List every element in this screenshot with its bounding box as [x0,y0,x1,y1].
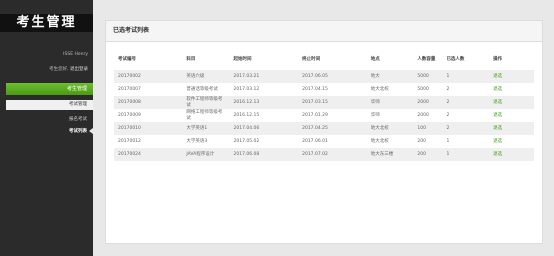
table-row: 20170007 普通话等级考试 2017.03.12 2017.04.15 地… [114,83,534,96]
cell-start: 2016.12.13 [229,96,299,109]
cell-location: 华师 [370,112,380,118]
cell-selected: 2 [442,122,490,135]
cell-location: 地大北校 [366,122,414,135]
cell-location: 地大北校 [370,138,389,144]
cell-action: 退选 [489,96,534,109]
cell-start: 2017.05.02 [233,138,260,144]
nav-item-exam-admin[interactable]: 考试管理 [6,100,93,110]
table-row: 20170024 JAVA程序设计 2017.06.08 2017.07.02 … [114,148,534,161]
cell-end: 2017.07.02 [298,148,367,161]
cell-capacity: 2000 [417,112,429,118]
cell-action: 退选 [489,122,534,135]
cell-location: 华师 [366,96,414,109]
col-header-id: 考试编号 [118,57,136,62]
cell-capacity: 5000 [417,86,429,92]
cell-id: 20170012 [118,138,141,144]
col-header-end: 终止时间 [302,57,321,62]
table-row: 20170008 软件工程师等级考试 2016.12.13 2017.03.15… [114,96,534,109]
table-row: 20170012 大学英语3 2017.05.02 2017.06.01 地大北… [114,135,534,148]
panel-title: 已选考试列表 [106,21,542,42]
withdraw-link[interactable]: 退选 [493,139,502,144]
cell-location: 地大东三楼 [366,148,414,161]
cell-location: 地大北校 [370,86,389,92]
cell-start: 2016.12.15 [233,112,260,118]
withdraw-link[interactable]: 退选 [493,87,502,92]
withdraw-link[interactable]: 退选 [493,74,502,79]
cell-capacity: 5000 [413,70,443,83]
cell-id: 20170010 [114,122,183,135]
cell-start: 2017.03.12 [233,86,260,92]
col-header-start: 起始时间 [233,57,252,62]
cell-end: 2017.06.01 [302,138,328,144]
cell-subject: 大学英语3 [186,138,208,144]
user-id: ISSE Henry [63,52,88,57]
active-indicator-arrow-icon [89,128,93,134]
cell-subject: JAVA程序设计 [182,148,230,161]
cell-capacity: 200 [417,138,426,144]
cell-subject: 英语六级 [182,70,230,83]
withdraw-link[interactable]: 退选 [493,113,502,118]
sidebar: 考生管理 ISSE Henry 考生您好, 退出登录 考生管理 考试管理 报名考… [0,0,93,256]
cell-selected: 1 [446,138,450,144]
table-header-row: 考试编号 科目 起始时间 终止时间 地点 人数容量 已选人数 操作 [114,48,534,70]
table-row: 20170002 英语六级 2017.03.21 2017.06.05 地大 5… [114,70,534,83]
cell-id: 20170009 [118,112,141,118]
cell-action: 退选 [489,109,534,122]
cell-id: 20170002 [114,70,183,83]
cell-selected: 1 [442,148,490,161]
cell-action: 退选 [489,70,534,83]
cell-capacity: 200 [413,148,443,161]
cell-end: 2017.04.25 [298,122,367,135]
user-greeting-line: 考生您好, 退出登录 [49,67,88,72]
table-row: 20170009 网络工程师等级考试 2016.12.15 2017.01.29… [114,109,534,122]
withdraw-link[interactable]: 退选 [493,100,502,105]
cell-capacity: 100 [413,122,443,135]
selected-exams-table: 考试编号 科目 起始时间 终止时间 地点 人数容量 已选人数 操作 201700… [114,48,534,161]
cell-selected: 1 [442,70,490,83]
logout-link[interactable]: 退出登录 [70,67,88,72]
cell-end: 2017.01.29 [302,112,328,118]
cell-subject: 软件工程师等级考试 [182,96,230,109]
selected-exams-panel: 已选考试列表 考试编号 科目 起始时间 终止时间 地点 人数容量 已选人数 操作… [105,20,543,244]
nav-section-exam-management[interactable]: 考生管理 [6,83,93,95]
col-header-selected: 已选人数 [446,57,465,62]
col-header-subject: 科目 [186,57,196,62]
cell-selected: 2 [446,112,450,118]
cell-capacity: 2000 [413,96,443,109]
cell-start: 2017.06.08 [229,148,299,161]
nav-item-register-exam[interactable]: 报名考试 [69,116,87,122]
cell-subject: 大学英语1 [182,122,230,135]
cell-selected: 2 [442,96,490,109]
cell-id: 20170024 [114,148,183,161]
cell-end: 2017.04.15 [302,86,328,92]
withdraw-link[interactable]: 退选 [493,152,502,157]
cell-id: 20170007 [118,86,141,92]
cell-start: 2017.03.21 [229,70,299,83]
user-greeting: 考生您好 [49,67,68,72]
cell-subject: 网络工程师等级考试 [186,110,223,121]
withdraw-link[interactable]: 退选 [493,126,502,131]
cell-start: 2017.04.06 [229,122,299,135]
cell-action: 退选 [489,135,534,148]
app-logo: 考生管理 [0,14,93,32]
cell-end: 2017.06.05 [298,70,367,83]
cell-action: 退选 [489,83,534,96]
col-header-capacity: 人数容量 [417,57,436,62]
cell-end: 2017.03.15 [298,96,367,109]
nav-item-exam-list[interactable]: 考试列表 [69,128,87,134]
cell-location: 地大 [366,70,414,83]
cell-action: 退选 [489,148,534,161]
table-row: 20170010 大学英语1 2017.04.06 2017.04.25 地大北… [114,122,534,135]
cell-selected: 2 [446,86,450,92]
col-header-action: 操作 [493,57,503,62]
cell-subject: 普通话等级考试 [186,86,218,92]
col-header-location: 地点 [370,57,380,62]
cell-id: 20170008 [114,96,183,109]
